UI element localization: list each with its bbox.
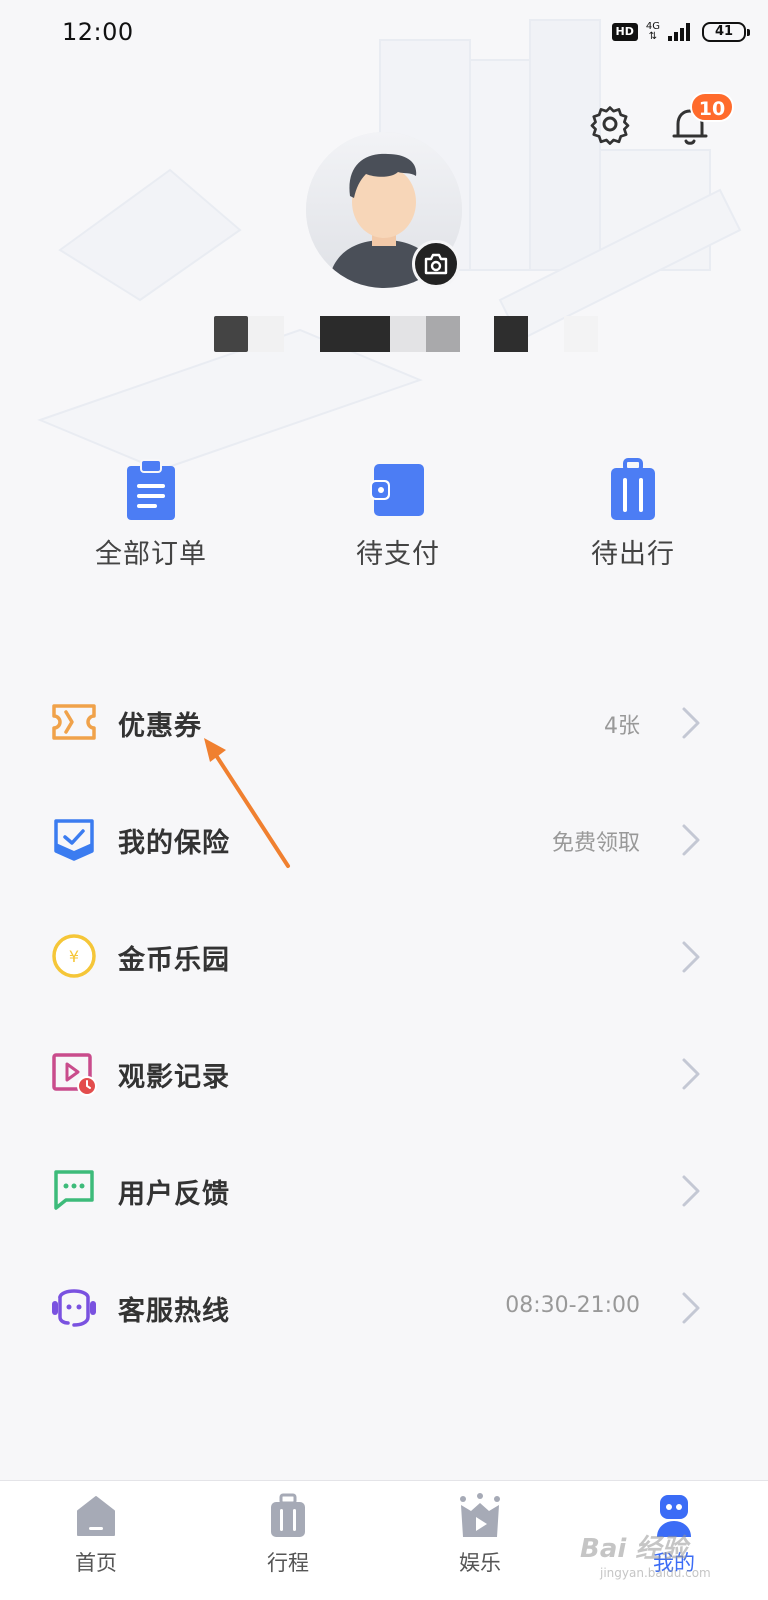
all-orders-label: 全部订单 — [95, 539, 207, 570]
luggage-icon — [611, 458, 655, 520]
chevron-right-icon — [682, 824, 700, 856]
video-history-icon — [52, 1053, 97, 1096]
clipboard-icon — [127, 459, 175, 520]
chevron-right-icon — [682, 941, 700, 973]
menu-label-feedback: 用户反馈 — [118, 1179, 230, 1210]
notification-count-badge: 10 — [690, 92, 734, 122]
menu-label-hotline: 客服热线 — [118, 1296, 230, 1327]
shield-check-icon — [54, 819, 94, 861]
chat-feedback-icon — [54, 1170, 94, 1210]
chevron-right-icon — [682, 707, 700, 739]
menu-label-coupons: 优惠券 — [118, 711, 202, 742]
menu-row-insurance[interactable]: 我的保险 免费领取 — [0, 779, 768, 896]
network-type-icon: 4G ⇅ — [645, 21, 660, 42]
settings-gear-icon[interactable] — [588, 104, 632, 148]
pending-payment-button[interactable]: 待支付 — [313, 458, 483, 571]
username-redacted — [214, 316, 604, 356]
tab-home[interactable]: 首页 — [36, 1493, 156, 1577]
coupon-count: 4张 — [604, 714, 640, 739]
play-crown-icon — [460, 1493, 500, 1537]
menu-row-watch-history[interactable]: 观影记录 — [0, 1013, 768, 1130]
chevron-right-icon — [682, 1292, 700, 1324]
annotation-arrow — [204, 738, 290, 868]
profile-screen: 12:00 HD 4G ⇅ 41 10 全部订单 待支付 待出行 优惠券 4张 … — [0, 0, 768, 1600]
chevron-right-icon — [682, 1058, 700, 1090]
wallet-icon — [370, 464, 424, 516]
order-quick-actions: 全部订单 待支付 待出行 — [0, 458, 768, 578]
tab-label-trips: 行程 — [267, 1551, 309, 1575]
menu-list: 优惠券 4张 我的保险 免费领取 ¥ 金币乐园 观影记录 用户反馈 客服热线 0… — [0, 662, 768, 1364]
svg-text:¥: ¥ — [69, 947, 79, 966]
tab-trips[interactable]: 行程 — [228, 1493, 348, 1577]
camera-icon — [424, 253, 448, 275]
menu-row-feedback[interactable]: 用户反馈 — [0, 1130, 768, 1247]
coupon-icon — [52, 704, 96, 740]
hd-icon: HD — [611, 23, 638, 41]
status-time: 12:00 — [62, 18, 134, 46]
tab-label-home: 首页 — [75, 1551, 117, 1575]
change-avatar-camera-button[interactable] — [412, 240, 460, 288]
tab-entertainment[interactable]: 娱乐 — [420, 1493, 540, 1577]
all-orders-button[interactable]: 全部订单 — [66, 458, 236, 571]
signal-icon — [668, 23, 690, 41]
headset-icon — [52, 1289, 96, 1327]
menu-label-watch-history: 观影记录 — [118, 1062, 230, 1093]
menu-label-gold-coins: 金币乐园 — [118, 945, 230, 976]
chevron-right-icon — [682, 1175, 700, 1207]
gold-coin-icon: ¥ — [52, 934, 96, 978]
menu-row-gold-coins[interactable]: ¥ 金币乐园 — [0, 896, 768, 1013]
status-icons: HD 4G ⇅ 41 — [611, 21, 750, 42]
insurance-free-claim: 免费领取 — [551, 831, 640, 856]
baidu-jingyan-watermark: Bai 经验 — [580, 1534, 688, 1564]
menu-row-hotline[interactable]: 客服热线 08:30-21:00 — [0, 1247, 768, 1364]
watermark-url: jingyan.baidu.com — [600, 1566, 711, 1580]
upcoming-trips-label: 待出行 — [591, 539, 675, 570]
upcoming-trips-button[interactable]: 待出行 — [548, 458, 718, 571]
pending-payment-label: 待支付 — [356, 539, 440, 570]
status-bar: 12:00 HD 4G ⇅ 41 — [0, 0, 768, 72]
home-icon — [77, 1496, 115, 1536]
battery-icon: 41 — [702, 22, 750, 42]
suitcase-icon — [271, 1493, 305, 1537]
tab-label-entertainment: 娱乐 — [459, 1551, 501, 1575]
menu-row-coupons[interactable]: 优惠券 4张 — [0, 662, 768, 779]
hotline-hours: 08:30-21:00 — [505, 1293, 640, 1318]
